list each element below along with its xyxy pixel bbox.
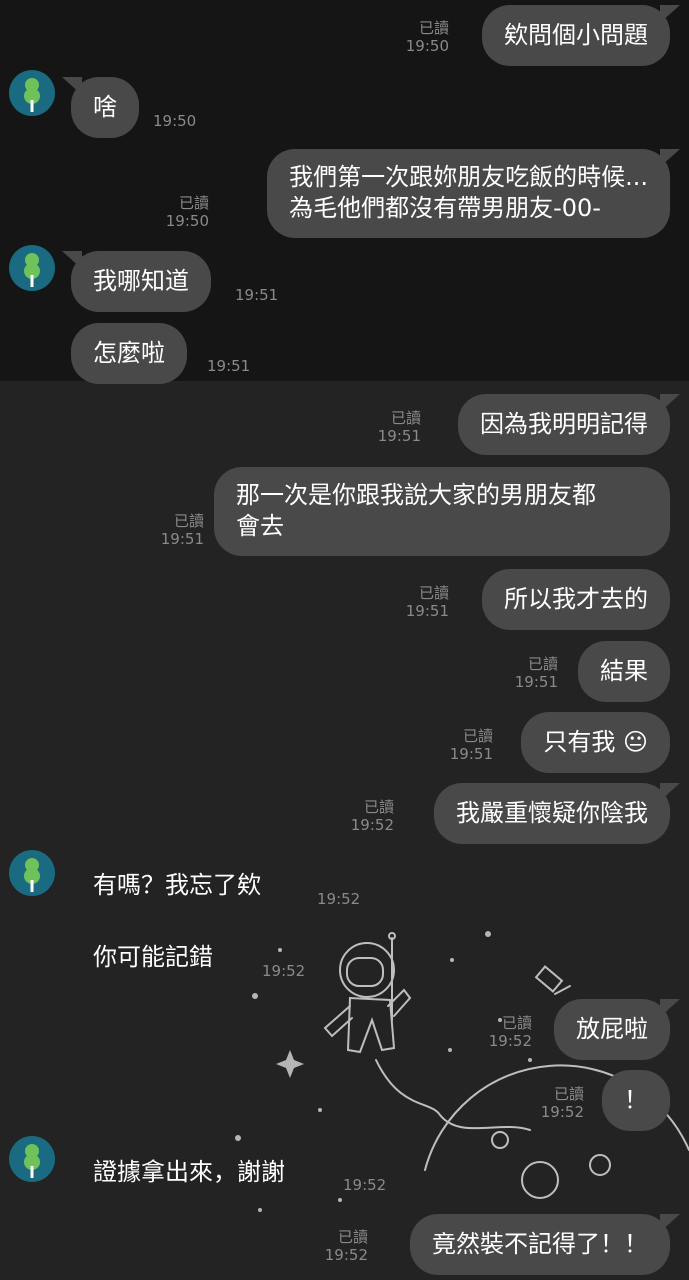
read-receipt: 已讀 <box>418 584 449 602</box>
read-receipt: 已讀 <box>418 19 449 37</box>
message-time: 19:50 <box>165 212 209 230</box>
tree-icon <box>24 78 40 112</box>
read-receipt: 已讀 <box>553 1085 584 1103</box>
message-time: 19:51 <box>235 286 279 304</box>
outgoing-message[interactable]: 我嚴重懷疑你陰我 <box>434 783 670 844</box>
message-time: 19:52 <box>540 1103 584 1121</box>
contact-avatar[interactable] <box>9 245 55 291</box>
message-text: ！ <box>624 1086 648 1114</box>
message-time: 19:52 <box>317 890 361 908</box>
message-text: 結果 <box>600 657 648 685</box>
message-text: 會去 <box>236 512 284 540</box>
message-text: 只有我 <box>543 728 616 756</box>
message-meta: 已讀 19:51 <box>378 409 421 445</box>
tree-icon <box>24 858 40 892</box>
read-receipt: 已讀 <box>527 655 558 673</box>
message-meta: 已讀 19:52 <box>351 798 394 834</box>
tree-icon <box>24 1144 40 1178</box>
message-text: 我嚴重懷疑你陰我 <box>456 799 648 827</box>
incoming-message[interactable]: 你可能記錯 <box>71 927 235 988</box>
read-receipt: 已讀 <box>501 1014 532 1032</box>
incoming-message[interactable]: 怎麼啦 <box>71 323 187 384</box>
contact-avatar[interactable] <box>9 70 55 116</box>
message-meta: 已讀 19:50 <box>166 194 209 230</box>
message-text: 為毛他們都沒有帶男朋友-00- <box>289 194 601 222</box>
neutral-face-emoji-icon: 😐 <box>622 728 648 756</box>
message-time: 19:51 <box>514 673 558 691</box>
outgoing-message[interactable]: 所以我才去的 <box>482 569 670 630</box>
message-meta: 已讀 19:52 <box>325 1228 368 1264</box>
message-time: 19:52 <box>343 1176 387 1194</box>
message-time: 19:51 <box>449 745 493 763</box>
message-text: 所以我才去的 <box>504 585 648 613</box>
read-receipt: 已讀 <box>178 194 209 212</box>
outgoing-message[interactable]: 結果 <box>578 641 670 702</box>
outgoing-message[interactable]: ！ <box>602 1070 670 1131</box>
message-meta: 已讀 19:51 <box>406 584 449 620</box>
tree-icon <box>24 253 40 287</box>
contact-avatar[interactable] <box>9 850 55 896</box>
incoming-message[interactable]: 證據拿出來，謝謝 <box>71 1142 307 1203</box>
message-time: 19:50 <box>405 37 449 55</box>
outgoing-message[interactable]: 那一次是你跟我說大家的男朋友都 會去 <box>214 467 670 556</box>
message-time: 19:51 <box>207 357 251 375</box>
message-text: 你可能記錯 <box>93 943 213 971</box>
message-text: 那一次是你跟我說大家的男朋友都 <box>236 481 596 509</box>
message-time: 19:52 <box>350 816 394 834</box>
message-time: 19:52 <box>324 1246 368 1264</box>
message-text: 怎麼啦 <box>93 339 165 367</box>
message-time: 19:51 <box>377 427 421 445</box>
message-time: 19:51 <box>160 530 204 548</box>
message-text: 欸問個小問題 <box>504 21 648 49</box>
message-text: 因為我明明記得 <box>480 410 648 438</box>
contact-avatar[interactable] <box>9 1136 55 1182</box>
message-time: 19:52 <box>488 1032 532 1050</box>
incoming-message[interactable]: 有嗎？我忘了欸 <box>71 855 283 916</box>
outgoing-message[interactable]: 因為我明明記得 <box>458 394 670 455</box>
incoming-message[interactable]: 我哪知道 <box>71 251 211 312</box>
message-time: 19:52 <box>262 962 306 980</box>
read-receipt: 已讀 <box>337 1228 368 1246</box>
message-text: 證據拿出來，謝謝 <box>93 1158 285 1186</box>
message-meta: 已讀 19:51 <box>515 655 558 691</box>
outgoing-message[interactable]: 竟然裝不記得了！！ <box>410 1214 670 1275</box>
message-time: 19:50 <box>153 112 197 130</box>
read-receipt: 已讀 <box>363 798 394 816</box>
message-time: 19:51 <box>405 602 449 620</box>
message-text: 有嗎？我忘了欸 <box>93 871 261 899</box>
outgoing-message[interactable]: 只有我 😐 <box>521 712 670 773</box>
read-receipt: 已讀 <box>390 409 421 427</box>
read-receipt: 已讀 <box>462 727 493 745</box>
message-text: 我哪知道 <box>93 267 189 295</box>
read-receipt: 已讀 <box>173 512 204 530</box>
outgoing-message[interactable]: 我們第一次跟妳朋友吃飯的時候... 為毛他們都沒有帶男朋友-00- <box>267 149 670 238</box>
outgoing-message[interactable]: 欸問個小問題 <box>482 5 670 66</box>
message-meta: 已讀 19:51 <box>161 512 204 548</box>
message-text: 我們第一次跟妳朋友吃飯的時候... <box>289 163 648 191</box>
message-text: 啥 <box>93 93 117 121</box>
message-meta: 已讀 19:52 <box>489 1014 532 1050</box>
message-text: 放屁啦 <box>576 1015 648 1043</box>
outgoing-message[interactable]: 放屁啦 <box>554 999 670 1060</box>
message-meta: 已讀 19:52 <box>541 1085 584 1121</box>
message-meta: 已讀 19:50 <box>406 19 449 55</box>
message-text: 竟然裝不記得了！！ <box>432 1230 648 1258</box>
message-meta: 已讀 19:51 <box>450 727 493 763</box>
